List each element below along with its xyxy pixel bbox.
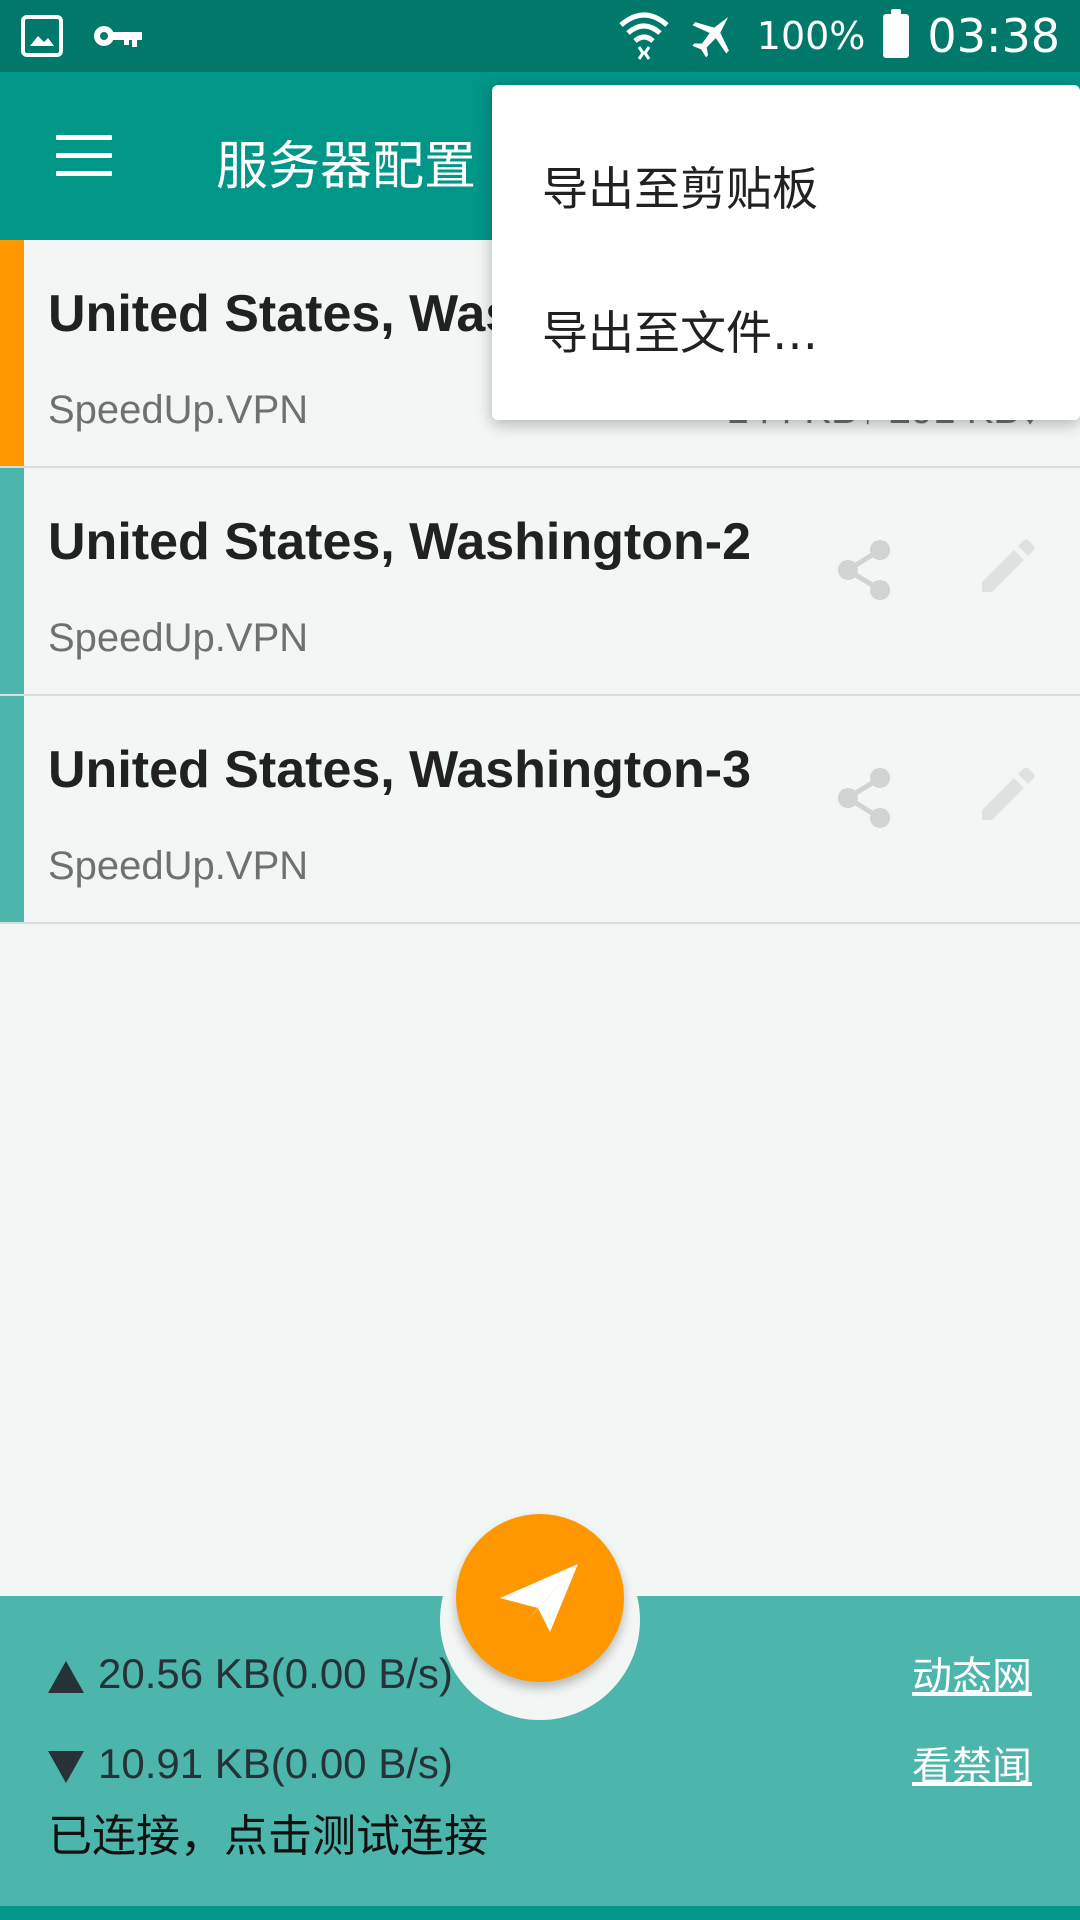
clock: 03:38 bbox=[927, 9, 1060, 63]
link-dongtaiwang[interactable]: 动态网 bbox=[912, 1644, 1032, 1702]
menu-item-export-clipboard[interactable]: 导出至剪贴板 bbox=[542, 153, 818, 219]
battery-percent: 100% bbox=[756, 14, 866, 58]
airplane-mode-icon bbox=[689, 9, 739, 63]
overflow-menu: 导出至剪贴板 导出至文件… bbox=[492, 85, 1080, 420]
profile-name: United States, Washington-2 bbox=[48, 513, 751, 571]
menu-item-export-file[interactable]: 导出至文件… bbox=[542, 297, 818, 363]
bottom-strip bbox=[0, 1906, 1080, 1920]
profile-row[interactable]: United States, Washington-2 SpeedUp.VPN bbox=[0, 468, 1080, 696]
edit-icon[interactable] bbox=[976, 538, 1036, 598]
paper-plane-icon bbox=[500, 1564, 578, 1632]
download-arrow-icon bbox=[48, 1750, 84, 1783]
profile-name: United States, Washington-3 bbox=[48, 741, 751, 799]
active-indicator bbox=[0, 240, 24, 466]
connection-status[interactable]: 已连接，点击测试连接 bbox=[48, 1800, 488, 1864]
page-title: 服务器配置 bbox=[216, 137, 477, 197]
profile-group: SpeedUp.VPN bbox=[48, 616, 309, 660]
profile-row[interactable]: United States, Washington-3 SpeedUp.VPN bbox=[0, 696, 1080, 924]
share-icon[interactable] bbox=[834, 538, 894, 602]
key-icon bbox=[92, 21, 144, 55]
upload-arrow-icon bbox=[48, 1660, 84, 1693]
hamburger-icon[interactable] bbox=[56, 135, 112, 177]
battery-icon bbox=[883, 9, 910, 58]
profile-indicator bbox=[0, 468, 24, 694]
share-icon[interactable] bbox=[834, 766, 894, 830]
profile-indicator bbox=[0, 696, 24, 922]
upload-value: 20.56 KB(0.00 B/s) bbox=[98, 1650, 453, 1697]
edit-icon[interactable] bbox=[976, 766, 1036, 826]
profile-group: SpeedUp.VPN bbox=[48, 844, 309, 888]
upload-stat: 20.56 KB(0.00 B/s) bbox=[48, 1650, 453, 1698]
download-stat: 10.91 KB(0.00 B/s) bbox=[48, 1740, 453, 1788]
link-kanjinwen[interactable]: 看禁闻 bbox=[912, 1734, 1032, 1792]
download-value: 10.91 KB(0.00 B/s) bbox=[98, 1740, 453, 1787]
connect-fab[interactable] bbox=[456, 1514, 624, 1682]
profile-group: SpeedUp.VPN bbox=[48, 388, 309, 432]
wifi-icon bbox=[617, 7, 671, 65]
image-icon bbox=[20, 14, 64, 62]
status-bar: 100% 03:38 bbox=[0, 0, 1080, 72]
